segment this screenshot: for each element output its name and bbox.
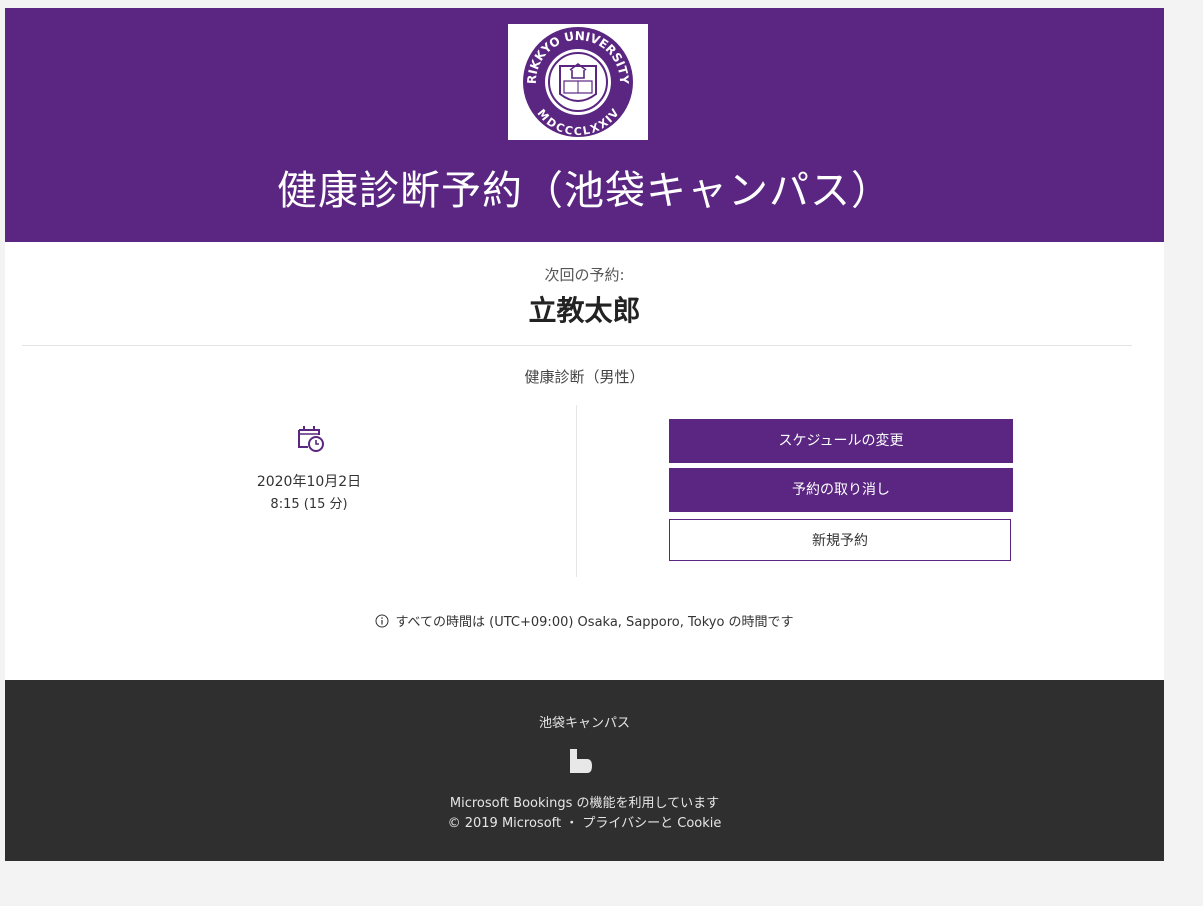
page-footer: 池袋キャンパス Microsoft Bookings の機能を利用しています ©… bbox=[5, 679, 1164, 861]
service-name: 健康診断（男性） bbox=[524, 368, 645, 386]
microsoft-bookings-icon bbox=[565, 746, 595, 780]
business-name: 池袋キャンパス bbox=[538, 715, 630, 731]
copyright-line: © 2019 Microsoft ・ プライバシーと Cookie bbox=[5, 812, 1164, 831]
new-booking-button[interactable]: 新規予約 bbox=[669, 519, 1011, 561]
booking-card: RIKKYO UNIVERSITY MDCCCLXXIV 健康診断予約（池袋キャ… bbox=[5, 8, 1164, 861]
university-logo: RIKKYO UNIVERSITY MDCCCLXXIV bbox=[508, 24, 648, 140]
info-icon bbox=[375, 614, 389, 632]
calendar-clock-icon bbox=[295, 423, 325, 457]
reschedule-button[interactable]: スケジュールの変更 bbox=[669, 419, 1013, 463]
copyright-text: © 2019 Microsoft bbox=[447, 815, 562, 831]
cancel-appointment-button[interactable]: 予約の取り消し bbox=[669, 468, 1013, 512]
separator: ・ bbox=[565, 815, 579, 831]
appointment-date: 2020年10月2日 bbox=[256, 474, 362, 490]
timezone-text: すべての時間は (UTC+09:00) Osaka, Sapporo, Toky… bbox=[395, 615, 794, 630]
appointment-time: 8:15 (15 分) bbox=[270, 497, 348, 512]
appointment-details: 2020年10月2日 8:15 (15 分) スケジュールの変更 予約の取り消し… bbox=[5, 405, 1164, 605]
divider bbox=[22, 345, 1132, 346]
page-title: 健康診断予約（池袋キャンパス） bbox=[277, 168, 892, 214]
next-appointment-label: 次回の予約: bbox=[544, 266, 625, 284]
timezone-note: すべての時間は (UTC+09:00) Osaka, Sapporo, Toky… bbox=[5, 611, 1164, 632]
appointment-time-panel: 2020年10月2日 8:15 (15 分) bbox=[5, 405, 577, 577]
customer-name: 立教太郎 bbox=[528, 294, 641, 327]
powered-by-text: Microsoft Bookings の機能を利用しています bbox=[449, 795, 720, 811]
page-header: RIKKYO UNIVERSITY MDCCCLXXIV 健康診断予約（池袋キャ… bbox=[5, 8, 1164, 242]
privacy-link[interactable]: プライバシーと Cookie bbox=[582, 816, 721, 831]
